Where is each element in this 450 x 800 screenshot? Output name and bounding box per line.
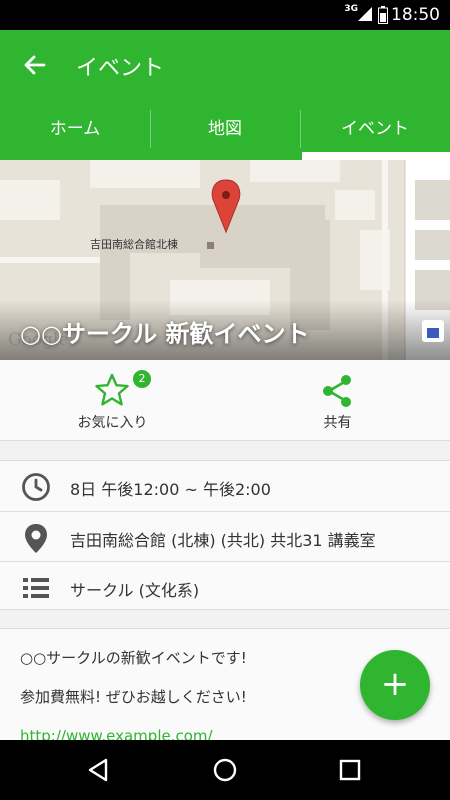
event-category: サークル (文化系) [70, 581, 200, 600]
home-nav-icon[interactable] [211, 756, 239, 784]
star-icon [95, 373, 129, 406]
description-line-1: ○○サークルの新歓イベントです! [20, 649, 247, 667]
event-datetime: 8日 午後12:00 ~ 午後2:00 [70, 480, 271, 499]
datetime-row: 8日 午後12:00 ~ 午後2:00 [0, 461, 450, 511]
recents-nav-icon[interactable] [336, 756, 364, 784]
location-row[interactable]: 吉田南総合館 (北棟) (共北) 共北31 講義室 [0, 511, 450, 561]
map-view[interactable]: 吉田南総合館北棟 Google ○○サークル 新歓イベント [0, 160, 450, 360]
category-row: サークル (文化系) [0, 561, 450, 611]
action-bar: 2 お気に入り 共有 [0, 360, 450, 441]
favorite-label: お気に入り [77, 415, 148, 431]
event-title: ○○サークル 新歓イベント [20, 320, 310, 348]
share-button[interactable]: 共有 [225, 360, 450, 441]
share-icon [323, 375, 351, 407]
tab-indicator [302, 152, 450, 160]
description-link[interactable]: http://www.example.com/ [20, 727, 213, 740]
network-type: 3G [344, 4, 358, 14]
battery-icon [378, 6, 388, 24]
system-nav-bar [0, 740, 450, 800]
share-label: 共有 [323, 415, 352, 431]
add-button[interactable]: + [360, 650, 430, 720]
list-icon [23, 578, 49, 598]
arrow-left-icon[interactable] [18, 48, 52, 82]
tab-bar-edge [0, 152, 302, 160]
description-line-2: 参加費無料! ぜひお越しください! [20, 688, 247, 706]
favorite-button[interactable]: 2 お気に入り [0, 360, 225, 441]
status-bar: 3G 18:50 [0, 0, 450, 30]
building-label: 吉田南総合館北棟 [90, 238, 178, 251]
page-title: イベント [76, 56, 165, 81]
clock-icon [22, 473, 50, 501]
event-details: 8日 午後12:00 ~ 午後2:00 吉田南総合館 (北棟) (共北) 共北3… [0, 460, 450, 610]
favorite-count-badge: 2 [133, 370, 151, 388]
back-nav-icon[interactable] [85, 756, 113, 784]
signal-icon [358, 7, 372, 21]
clock: 18:50 [391, 5, 440, 25]
event-location: 吉田南総合館 (北棟) (共北) 共北31 講義室 [70, 531, 376, 550]
location-pin-icon [25, 524, 47, 553]
app-bar: イベント [0, 30, 450, 101]
